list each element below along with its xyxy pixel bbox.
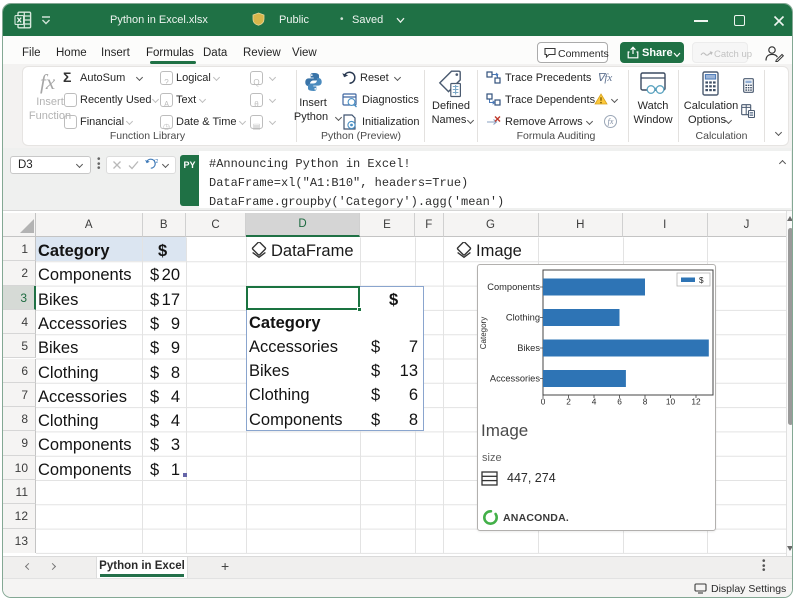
svg-text:Category: Category bbox=[479, 317, 488, 349]
svg-text:Components: Components bbox=[487, 282, 540, 292]
svg-text:Clothing: Clothing bbox=[506, 313, 540, 323]
svg-text:$: $ bbox=[699, 276, 704, 285]
svg-text:Bikes: Bikes bbox=[517, 343, 540, 353]
svg-text:Accessories: Accessories bbox=[490, 374, 540, 384]
